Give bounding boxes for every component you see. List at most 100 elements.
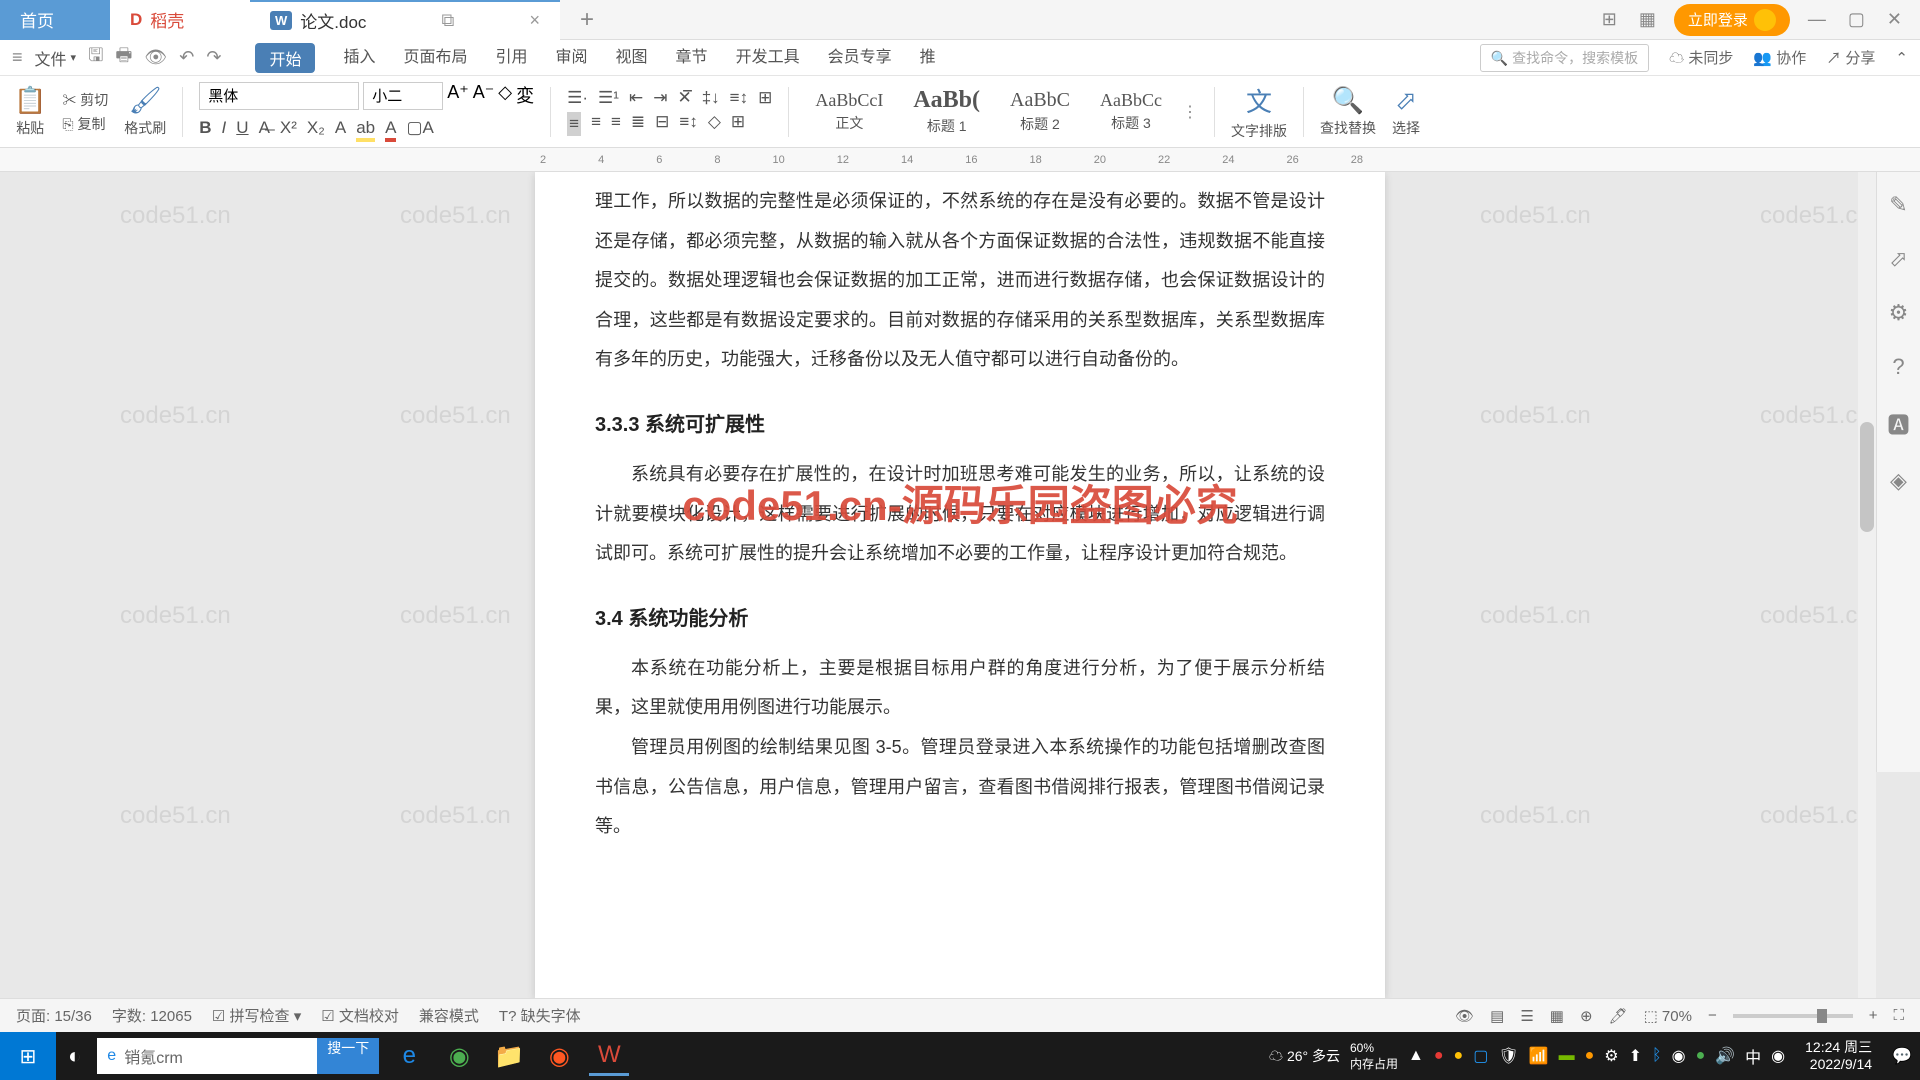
cut-button[interactable]: ✂ 剪切	[62, 90, 108, 110]
tab-document[interactable]: W 论文.doc ⧉ ×	[250, 0, 560, 40]
style-h1[interactable]: AaBb( 标题 1	[903, 85, 990, 138]
ruler[interactable]: 246810121416182022242628	[0, 148, 1920, 172]
select-button[interactable]: ⬀ 选择	[1392, 85, 1420, 138]
save-icon[interactable]: 🖫	[88, 43, 103, 73]
maximize-button[interactable]: ▢	[1844, 5, 1869, 34]
page-indicator[interactable]: 页面: 15/36	[16, 1005, 92, 1026]
settings-icon[interactable]: ⚙	[1889, 300, 1909, 326]
style-body[interactable]: AaBbCcI 正文	[805, 88, 893, 135]
ribbon-tab-devtools[interactable]: 开发工具	[736, 43, 800, 73]
ribbon-tab-start[interactable]: 开始	[255, 43, 315, 73]
wifi-icon[interactable]: 📶	[1529, 1046, 1549, 1066]
start-button[interactable]: ⊞	[0, 1032, 56, 1080]
style-h3[interactable]: AaBbCc 标题 3	[1090, 88, 1172, 135]
find-replace-button[interactable]: 🔍 查找替换	[1320, 85, 1376, 138]
view-outline-icon[interactable]: ☰	[1520, 1007, 1533, 1025]
char-shading-button[interactable]: ▢A	[406, 118, 433, 142]
ribbon-tab-chapter[interactable]: 章节	[676, 43, 708, 73]
tray-icon[interactable]: ⬆	[1629, 1046, 1642, 1066]
tray-icon[interactable]: ●	[1434, 1047, 1444, 1065]
zoom-slider[interactable]	[1733, 1014, 1853, 1018]
pencil-icon[interactable]: ✎	[1889, 192, 1907, 218]
ribbon-tab-more[interactable]: 推	[920, 43, 936, 73]
numbering-button[interactable]: ☰¹	[598, 88, 619, 108]
line-spacing-button[interactable]: ≡↕	[730, 88, 748, 108]
format-painter-button[interactable]: 🖌 格式刷	[124, 85, 166, 138]
minimize-button[interactable]: —	[1804, 5, 1830, 34]
tray-icon[interactable]: ▢	[1473, 1046, 1488, 1066]
shading-button[interactable]: ◇	[708, 112, 721, 136]
styles-gallery[interactable]: AaBbCcI 正文 AaBb( 标题 1 AaBbC 标题 2 AaBbCc …	[805, 85, 1198, 138]
new-tab-button[interactable]: +	[560, 6, 614, 34]
subscript-button[interactable]: X₂	[307, 118, 325, 142]
tray-icon[interactable]: ●	[1585, 1047, 1595, 1065]
clear-format-icon[interactable]: ◇	[498, 82, 512, 110]
font-shrink-icon[interactable]: A⁻	[473, 82, 495, 110]
tray-icon[interactable]: ●	[1696, 1047, 1706, 1065]
font-size-select[interactable]	[363, 82, 443, 110]
redo-icon[interactable]: ↷	[206, 47, 221, 68]
share-button[interactable]: ↗ 分享	[1826, 47, 1875, 68]
columns-button[interactable]: ≡↕	[679, 112, 697, 136]
ime-icon[interactable]: 中	[1745, 1044, 1761, 1068]
tray-icon[interactable]: ⚙	[1604, 1046, 1618, 1066]
phonetic-icon[interactable]: 変	[516, 82, 534, 110]
style-h2[interactable]: AaBbC 标题 2	[1000, 87, 1080, 136]
paragraph[interactable]: 理工作，所以数据的完整性是必须保证的，不然系统的存在是没有必要的。数据不管是设计…	[595, 182, 1325, 380]
paragraph[interactable]: 系统具有必要存在扩展性的，在设计时加班思考难可能发生的业务，所以，让系统的设计就…	[595, 455, 1325, 574]
heading-333[interactable]: 3.3.3 系统可扩展性	[595, 408, 1325, 437]
search-command-input[interactable]: 🔍 查找命令，搜索模板	[1480, 44, 1649, 72]
location-icon[interactable]: ◈	[1890, 468, 1907, 494]
ribbon-tab-insert[interactable]: 插入	[343, 43, 375, 73]
notifications-icon[interactable]: 💬	[1892, 1046, 1912, 1066]
strikethrough-button[interactable]: A̶	[259, 118, 270, 142]
search-submit-button[interactable]: 搜一下	[317, 1038, 379, 1074]
heading-34[interactable]: 3.4 系统功能分析	[595, 602, 1325, 631]
menu-icon[interactable]: ≡	[12, 47, 23, 68]
font-name-select[interactable]	[199, 82, 359, 110]
sync-status[interactable]: ☁ 未同步	[1669, 47, 1733, 68]
login-button[interactable]: 立即登录	[1674, 4, 1790, 36]
clock[interactable]: 12:24 周三 2022/9/14	[1795, 1039, 1882, 1073]
tab-home[interactable]: 首页	[0, 0, 110, 40]
help-icon[interactable]: ?	[1892, 354, 1904, 380]
ribbon-tab-pagelayout[interactable]: 页面布局	[403, 43, 467, 73]
ribbon-tab-review[interactable]: 审阅	[556, 43, 588, 73]
ruler-icon[interactable]: 🖊	[1609, 1007, 1628, 1025]
weather-widget[interactable]: ☁ 26° 多云	[1269, 1046, 1340, 1066]
tray-icon[interactable]: ▲	[1408, 1047, 1424, 1065]
apps-icon[interactable]: ▦	[1635, 5, 1660, 34]
bullets-button[interactable]: ☰·	[567, 88, 588, 108]
tray-icon[interactable]: ◉	[1672, 1046, 1686, 1066]
missing-font[interactable]: T? 缺失字体	[499, 1005, 581, 1026]
copy-button[interactable]: ⎘ 复制	[62, 114, 108, 134]
memory-widget[interactable]: 60%内存占用	[1350, 1041, 1398, 1072]
eye-icon[interactable]: 👁	[1455, 1007, 1474, 1025]
tab-popout-icon[interactable]: ⧉	[442, 10, 455, 31]
compat-mode[interactable]: 兼容模式	[419, 1005, 479, 1026]
text-effect-button[interactable]: A	[335, 118, 346, 142]
align-right-button[interactable]: ≡	[611, 112, 621, 136]
volume-icon[interactable]: 🔊	[1715, 1046, 1735, 1066]
show-marks-button[interactable]: ‡↓	[702, 88, 720, 108]
ribbon-tab-member[interactable]: 会员专享	[828, 43, 892, 73]
zoom-fit-icon[interactable]: ⬚ 70%	[1644, 1007, 1692, 1025]
tabs-button[interactable]: ⊞	[731, 112, 745, 136]
distribute-button[interactable]: ⊟	[655, 112, 669, 136]
ribbon-tab-view[interactable]: 视图	[616, 43, 648, 73]
highlight-button[interactable]: ab	[356, 118, 375, 142]
wps-icon[interactable]: W	[589, 1036, 629, 1076]
view-read-icon[interactable]: ⊕	[1580, 1007, 1593, 1025]
preview-icon[interactable]: 👁	[144, 47, 167, 68]
increase-indent-button[interactable]: ⇥	[653, 88, 667, 108]
close-button[interactable]: ✕	[1883, 5, 1906, 34]
view-web-icon[interactable]: ▦	[1550, 1007, 1564, 1025]
underline-button[interactable]: U	[236, 118, 248, 142]
paragraph[interactable]: 管理员用例图的绘制结果见图 3-5。管理员登录进入本系统操作的功能包括增删改查图…	[595, 728, 1325, 847]
tray-icon[interactable]: 🛡	[1498, 1046, 1518, 1066]
align-left-button[interactable]: ≡	[567, 112, 581, 136]
zoom-out-button[interactable]: −	[1708, 1007, 1717, 1024]
superscript-button[interactable]: X²	[280, 118, 297, 142]
italic-button[interactable]: I	[222, 118, 227, 142]
text-layout-button[interactable]: 文 文字排版	[1231, 82, 1287, 141]
